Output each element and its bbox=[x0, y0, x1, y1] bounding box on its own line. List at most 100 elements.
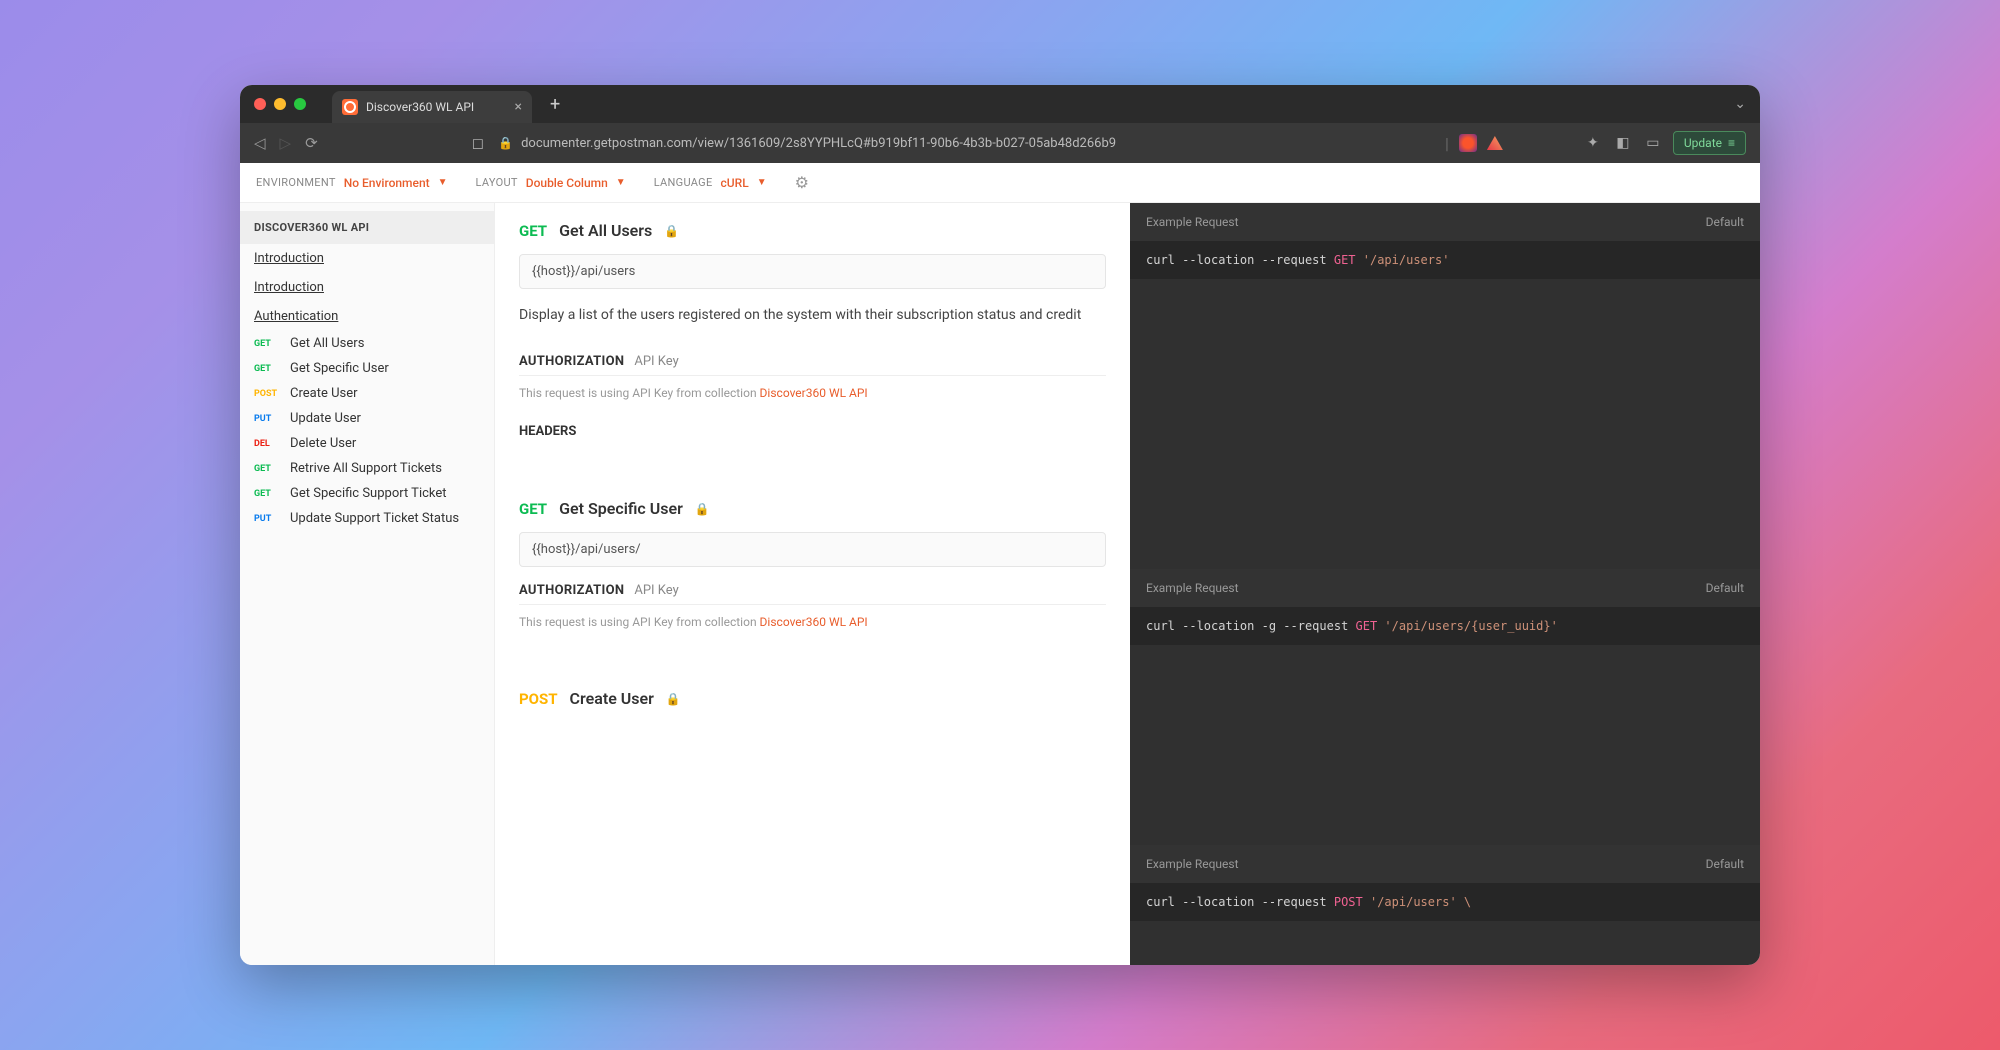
url-text: documenter.getpostman.com/view/1361609/2… bbox=[521, 136, 1116, 151]
auth-section-head: AUTHORIZATIONAPI Key bbox=[519, 583, 1106, 605]
method-badge: POST bbox=[254, 389, 282, 399]
sidebar-item[interactable]: PUTUpdate Support Ticket Status bbox=[240, 506, 494, 531]
forward-button[interactable]: ▷ bbox=[280, 134, 292, 152]
brave-shield-icon[interactable] bbox=[1459, 134, 1477, 152]
browser-tab[interactable]: Discover360 WL API × bbox=[332, 91, 532, 123]
postman-toolbar: ENVIRONMENT No Environment ▼ LAYOUT Doub… bbox=[240, 163, 1760, 203]
example-default-label[interactable]: Default bbox=[1706, 857, 1744, 871]
browser-window: Discover360 WL API × + ⌄ ◁ ▷ ⟳ ◻ 🔒 docum… bbox=[240, 85, 1760, 965]
sidebar-item-label: Get All Users bbox=[290, 336, 364, 351]
sidebar-link[interactable]: Authentication bbox=[240, 302, 494, 331]
extension-icons: | ✦ ◧ ▭ Update ≡ bbox=[1445, 131, 1746, 155]
example-spacer bbox=[1130, 645, 1760, 845]
url-bar: ◁ ▷ ⟳ ◻ 🔒 documenter.getpostman.com/view… bbox=[240, 123, 1760, 163]
sidebar-item[interactable]: GETRetrive All Support Tickets bbox=[240, 456, 494, 481]
endpoint-url[interactable]: {{host}}/api/users bbox=[519, 254, 1106, 289]
auth-subtitle: API Key bbox=[634, 583, 678, 598]
endpoint-method: POST bbox=[519, 690, 558, 708]
main-panel: GET Get All Users 🔒 {{host}}/api/usersDi… bbox=[495, 203, 1760, 965]
update-label: Update bbox=[1684, 136, 1722, 150]
method-badge: PUT bbox=[254, 514, 282, 524]
settings-gear-icon[interactable]: ⚙ bbox=[795, 173, 809, 192]
example-request-label: Example Request bbox=[1146, 857, 1239, 871]
sidebar-item[interactable]: GETGet Specific User bbox=[240, 356, 494, 381]
lock-icon: 🔒 bbox=[498, 136, 513, 150]
sidebar-item[interactable]: DEL Delete User bbox=[240, 431, 494, 456]
sidebar-link[interactable]: Introduction bbox=[240, 244, 494, 273]
layout-selector[interactable]: LAYOUT Double Column ▼ bbox=[476, 176, 626, 190]
auth-collection-link[interactable]: Discover360 WL API bbox=[760, 386, 868, 400]
new-tab-button[interactable]: + bbox=[550, 94, 560, 115]
code-block[interactable]: curl --location --request GET '/api/user… bbox=[1130, 241, 1760, 279]
documentation-panel[interactable]: GET Get All Users 🔒 {{host}}/api/usersDi… bbox=[495, 203, 1130, 965]
sidebar-header: DISCOVER360 WL API bbox=[240, 211, 494, 244]
endpoint-section: GET Get Specific User 🔒 {{host}}/api/use… bbox=[519, 499, 1106, 629]
endpoint-title: GET Get Specific User 🔒 bbox=[519, 499, 1106, 518]
example-default-label[interactable]: Default bbox=[1706, 581, 1744, 595]
update-button[interactable]: Update ≡ bbox=[1673, 131, 1746, 155]
maximize-window-button[interactable] bbox=[294, 98, 306, 110]
sidebar-item-label: Get Specific Support Ticket bbox=[290, 486, 447, 501]
auth-section-head: AUTHORIZATIONAPI Key bbox=[519, 354, 1106, 376]
sidebar-item[interactable]: POSTCreate User bbox=[240, 381, 494, 406]
method-badge: DEL bbox=[254, 439, 282, 449]
examples-panel[interactable]: Example Request Default curl --location … bbox=[1130, 203, 1760, 965]
example-spacer bbox=[1130, 279, 1760, 569]
extensions-icon[interactable]: ✦ bbox=[1583, 133, 1603, 153]
lock-icon: 🔒 bbox=[695, 502, 710, 516]
sidebar-item[interactable]: GET Get Specific Support Ticket bbox=[240, 481, 494, 506]
wallet-icon[interactable]: ▭ bbox=[1643, 133, 1663, 153]
endpoint-name: Get Specific User bbox=[559, 499, 683, 518]
code-block[interactable]: curl --location --request POST '/api/use… bbox=[1130, 883, 1760, 921]
method-badge: GET bbox=[254, 364, 282, 374]
layout-label: LAYOUT bbox=[476, 176, 518, 189]
language-selector[interactable]: LANGUAGE cURL ▼ bbox=[654, 176, 767, 190]
minimize-window-button[interactable] bbox=[274, 98, 286, 110]
chevron-down-icon[interactable]: ⌄ bbox=[1734, 96, 1746, 112]
postman-favicon bbox=[342, 99, 358, 115]
endpoint-url[interactable]: {{host}}/api/users/ bbox=[519, 532, 1106, 567]
example-default-label[interactable]: Default bbox=[1706, 215, 1744, 229]
code-block[interactable]: curl --location -g --request GET '/api/u… bbox=[1130, 607, 1760, 645]
caret-down-icon: ▼ bbox=[757, 177, 767, 188]
example-header: Example Request Default bbox=[1130, 569, 1760, 607]
example-request-label: Example Request bbox=[1146, 215, 1239, 229]
bookmark-icon[interactable]: ◻ bbox=[472, 134, 484, 152]
close-window-button[interactable] bbox=[254, 98, 266, 110]
sidebar-item-label: Update User bbox=[290, 411, 361, 426]
env-value: No Environment bbox=[344, 176, 430, 190]
example-header: Example Request Default bbox=[1130, 203, 1760, 241]
hamburger-icon: ≡ bbox=[1728, 136, 1735, 150]
headers-title: HEADERS bbox=[519, 424, 1106, 439]
sidebar: DISCOVER360 WL API IntroductionIntroduct… bbox=[240, 203, 495, 965]
sidebar-item-label: Delete User bbox=[290, 436, 356, 451]
endpoint-section: POST Create User 🔒 bbox=[519, 689, 1106, 708]
brave-rewards-icon[interactable] bbox=[1487, 136, 1503, 150]
reload-button[interactable]: ⟳ bbox=[305, 134, 318, 152]
tab-title: Discover360 WL API bbox=[366, 100, 507, 114]
environment-selector[interactable]: ENVIRONMENT No Environment ▼ bbox=[256, 176, 448, 190]
url-field[interactable]: 🔒 documenter.getpostman.com/view/1361609… bbox=[498, 136, 1431, 151]
traffic-lights bbox=[254, 98, 306, 110]
method-badge: GET bbox=[254, 489, 282, 499]
auth-collection-link[interactable]: Discover360 WL API bbox=[760, 615, 868, 629]
auth-text: This request is using API Key from colle… bbox=[519, 615, 1106, 629]
sidebar-item-label: Retrive All Support Tickets bbox=[290, 461, 442, 476]
sidepanel-icon[interactable]: ◧ bbox=[1613, 133, 1633, 153]
lock-icon: 🔒 bbox=[664, 224, 679, 238]
endpoint-section: GET Get All Users 🔒 {{host}}/api/usersDi… bbox=[519, 221, 1106, 439]
sidebar-item[interactable]: GETGet All Users bbox=[240, 331, 494, 356]
lock-icon: 🔒 bbox=[666, 692, 681, 706]
layout-value: Double Column bbox=[526, 176, 608, 190]
endpoint-title: POST Create User 🔒 bbox=[519, 689, 1106, 708]
example-block: Example Request Default curl --location … bbox=[1130, 845, 1760, 921]
example-block: Example Request Default curl --location … bbox=[1130, 569, 1760, 845]
close-tab-icon[interactable]: × bbox=[515, 99, 522, 115]
caret-down-icon: ▼ bbox=[616, 177, 626, 188]
env-label: ENVIRONMENT bbox=[256, 176, 336, 189]
sidebar-link[interactable]: Introduction bbox=[240, 273, 494, 302]
caret-down-icon: ▼ bbox=[438, 177, 448, 188]
back-button[interactable]: ◁ bbox=[254, 134, 266, 152]
sidebar-item[interactable]: PUTUpdate User bbox=[240, 406, 494, 431]
endpoint-method: GET bbox=[519, 500, 547, 518]
